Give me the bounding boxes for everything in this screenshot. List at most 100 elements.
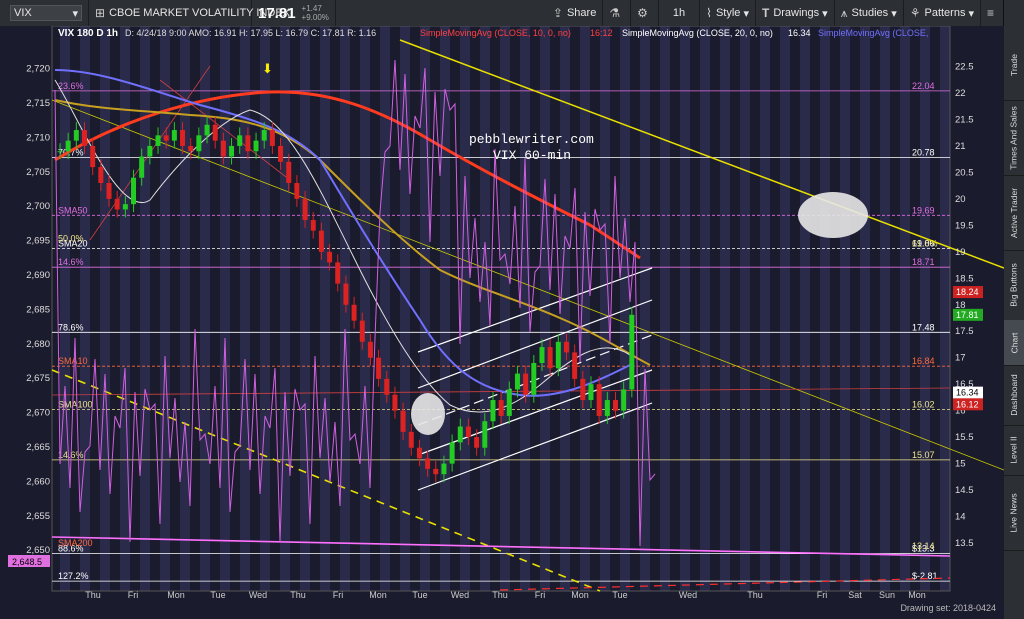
candle-body xyxy=(269,130,275,146)
candle-body xyxy=(572,352,578,379)
annotation-line1: pebblewriter.com xyxy=(469,132,594,147)
candle-body xyxy=(416,447,422,459)
price-badge-text: 17.81 xyxy=(956,310,979,320)
right-tick-label: 17.5 xyxy=(955,326,974,337)
candle-body xyxy=(376,357,382,379)
patterns-icon: ⚘ xyxy=(909,6,921,20)
sidebar-tab-big-buttons[interactable]: Big Buttons xyxy=(1004,250,1024,321)
price-badge-text: 18.24 xyxy=(956,287,979,297)
fib-value: 18.71 xyxy=(912,257,935,267)
style-button[interactable]: ⌇ Style ▾ xyxy=(700,0,756,26)
candle-body xyxy=(392,394,398,411)
x-tick-label: Thu xyxy=(85,590,101,600)
candle-body xyxy=(523,373,529,395)
candle-body xyxy=(196,135,202,152)
sidebar-tab-dashboard[interactable]: Dashboard xyxy=(1004,365,1024,426)
sidebar-tab-level-ii[interactable]: Level II xyxy=(1004,425,1024,476)
candle-body xyxy=(604,400,610,416)
left-tick-label: 2,685 xyxy=(26,304,50,315)
left-tick-label: 2,675 xyxy=(26,373,50,384)
session-band xyxy=(80,26,90,591)
extra-label: 13.14 xyxy=(912,541,935,551)
studies-button[interactable]: ⩚ Studies ▾ xyxy=(835,0,904,26)
right-tick-label: 14.5 xyxy=(955,485,974,496)
candle-body xyxy=(98,167,104,183)
fib-label: 127.2% xyxy=(58,571,89,581)
right-tick-label: 19.5 xyxy=(955,220,974,231)
symbol-selector[interactable]: VIX ▾ xyxy=(0,0,89,26)
chevron-down-icon: ▾ xyxy=(72,7,78,20)
flask-icon: ⚗ xyxy=(609,6,621,20)
interval-button[interactable]: 1h xyxy=(659,0,701,26)
candle-body xyxy=(237,135,243,146)
candle-body xyxy=(531,363,537,395)
sma20-value: 16.34 xyxy=(788,28,811,38)
candle-body xyxy=(229,145,235,157)
session-band xyxy=(800,26,810,591)
x-tick-label: Mon xyxy=(167,590,185,600)
sidebar-tab-live-news[interactable]: Live News xyxy=(1004,475,1024,551)
highlight-ellipse-2 xyxy=(411,393,445,435)
right-tick-label: 14 xyxy=(955,512,966,523)
candle-body xyxy=(490,400,496,422)
candle-body xyxy=(367,341,373,358)
right-tick-label: 21.5 xyxy=(955,114,974,125)
x-tick-label: Tue xyxy=(210,590,225,600)
candle-body xyxy=(245,135,251,152)
left-tick-label: 2,690 xyxy=(26,270,50,281)
candle-body xyxy=(482,421,488,448)
gear-icon: ⚙ xyxy=(637,6,648,20)
session-band xyxy=(340,26,350,591)
fib-label: SMA10 xyxy=(58,356,88,366)
candle-body xyxy=(506,389,512,416)
session-band xyxy=(540,26,550,591)
fib-value: 20.78 xyxy=(912,148,935,158)
session-band xyxy=(560,26,570,591)
patterns-label: Patterns xyxy=(924,7,966,19)
symbol-text: VIX xyxy=(14,7,32,19)
sidebar-tab-label: Chart xyxy=(1009,332,1020,353)
drawings-button[interactable]: T Drawings ▾ xyxy=(756,0,835,26)
session-band xyxy=(860,26,870,591)
x-tick-label: Sat xyxy=(848,590,862,600)
flask-button[interactable]: ⚗ xyxy=(603,0,632,26)
x-tick-label: Wed xyxy=(249,590,267,600)
candle-body xyxy=(588,384,594,401)
session-band xyxy=(300,26,310,591)
candle-body xyxy=(457,426,463,443)
annotation-line2: VIX 60-min xyxy=(493,148,571,163)
candle-body xyxy=(474,437,480,448)
interval-label: 1h xyxy=(672,7,686,19)
left-tick-label: 2,660 xyxy=(26,476,50,487)
session-band xyxy=(760,26,770,591)
sidebar-tab-trade[interactable]: Trade xyxy=(1004,30,1024,101)
right-tick-label: 22.5 xyxy=(955,62,974,73)
menu-button[interactable]: ≡ xyxy=(981,0,1004,26)
fib-label: 78.6% xyxy=(58,322,84,332)
candle-body xyxy=(629,314,635,390)
session-band xyxy=(660,26,670,591)
candle-body xyxy=(212,124,218,141)
price-chart[interactable]: 23.6% 22.0470.7% 20.78SMA50 19.69SMA20 19.06… xyxy=(0,26,1004,619)
quote-box: 17.81 +1.47 +9.00% xyxy=(252,0,336,26)
x-tick-label: Fri xyxy=(128,590,139,600)
x-tick-label: Thu xyxy=(492,590,508,600)
sma10-value: 16:12 xyxy=(590,28,613,38)
sma-more-label: SimpleMovingAvg (CLOSE, xyxy=(818,28,928,38)
share-button[interactable]: ⇪ Share xyxy=(547,0,604,26)
studies-label: Studies xyxy=(851,7,889,19)
candle-body xyxy=(278,145,284,162)
sidebar-tab-times-and-sales[interactable]: Times And Sales xyxy=(1004,100,1024,176)
extra-label: 61.8% xyxy=(912,239,938,249)
session-band xyxy=(840,26,850,591)
candle-body xyxy=(327,251,333,263)
sidebar-tab-active-trader[interactable]: Active Trader xyxy=(1004,175,1024,251)
style-icon: ⌇ xyxy=(706,6,712,20)
sidebar-tab-chart[interactable]: Chart xyxy=(1004,320,1024,366)
right-tick-label: 20 xyxy=(955,194,966,205)
menu-icon: ≡ xyxy=(986,6,994,20)
settings-button[interactable]: ⚙ xyxy=(631,0,659,26)
patterns-button[interactable]: ⚘ Patterns ▾ xyxy=(904,0,981,26)
candle-body xyxy=(65,140,71,152)
